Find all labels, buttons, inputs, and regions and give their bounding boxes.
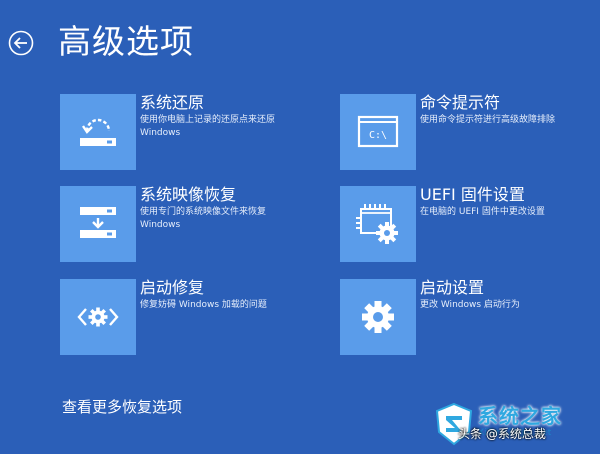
- command-prompt-icon: C:\: [357, 115, 399, 148]
- startup-repair-icon: [77, 307, 119, 327]
- option-startup-settings[interactable]: 启动设置 更改 Windows 启动行为: [340, 278, 600, 355]
- system-image-icon: [80, 207, 116, 238]
- gear-icon: [362, 301, 394, 333]
- option-uefi-firmware-settings[interactable]: UEFI 固件设置 在电脑的 UEFI 固件中更改设置: [340, 185, 600, 262]
- option-startup-repair[interactable]: 启动修复 修复妨碍 Windows 加载的问题: [60, 278, 330, 355]
- option-title: 系统还原: [140, 93, 205, 112]
- option-description: 使用命令提示符进行高级故障排除: [420, 115, 556, 125]
- option-system-image-recovery[interactable]: 系统映像恢复 使用专门的系统映像文件来恢复 Windows: [60, 185, 330, 262]
- option-description: 使用专门的系统映像文件来恢复: [140, 207, 267, 217]
- back-arrow-icon: [8, 30, 34, 56]
- option-tile[interactable]: [340, 279, 416, 355]
- option-title: 启动修复: [140, 278, 205, 297]
- option-description: 在电脑的 UEFI 固件中更改设置: [420, 207, 545, 217]
- option-description-cont: Windows: [140, 220, 181, 230]
- page-title: 高级选项: [58, 22, 194, 61]
- option-tile[interactable]: [60, 279, 136, 355]
- more-recovery-options-link[interactable]: 查看更多恢复选项: [62, 396, 182, 417]
- option-tile[interactable]: [340, 186, 416, 262]
- option-system-restore[interactable]: 系统还原 使用你电脑上记录的还原点来还原 Windows: [60, 93, 330, 170]
- back-button[interactable]: [8, 30, 34, 56]
- option-title: 系统映像恢复: [140, 185, 237, 204]
- option-title: 启动设置: [420, 278, 485, 297]
- option-tile[interactable]: [60, 186, 136, 262]
- cmd-prompt-text: C:\: [369, 130, 387, 141]
- option-description-cont: Windows: [140, 128, 181, 138]
- option-description: 修复妨碍 Windows 加载的问题: [140, 300, 267, 310]
- firmware-settings-icon: [356, 204, 398, 244]
- system-restore-icon: [80, 118, 116, 146]
- option-tile[interactable]: [60, 94, 136, 170]
- option-title: UEFI 固件设置: [420, 185, 525, 204]
- watermark-caption: 头条 @系统总裁: [458, 427, 546, 441]
- option-description: 使用你电脑上记录的还原点来还原: [140, 115, 276, 125]
- option-command-prompt[interactable]: C:\ 命令提示符 使用命令提示符进行高级故障排除: [340, 93, 600, 170]
- option-tile[interactable]: C:\: [340, 94, 416, 170]
- option-title: 命令提示符: [420, 93, 501, 112]
- option-description: 更改 Windows 启动行为: [420, 300, 520, 310]
